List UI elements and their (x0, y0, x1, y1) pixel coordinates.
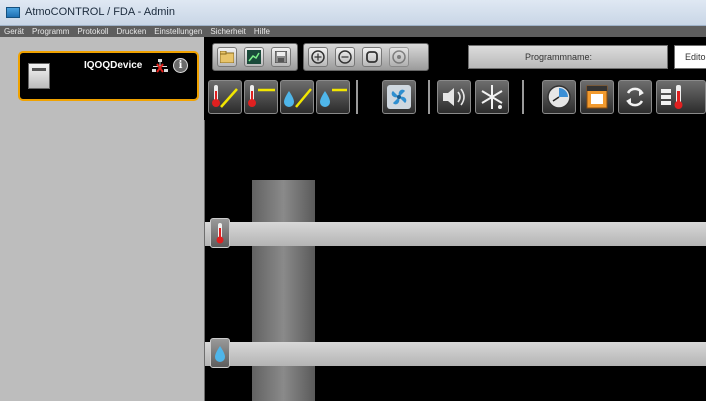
program-name-field: Programmname: (468, 45, 668, 69)
temperature-ramp-button[interactable] (208, 80, 242, 114)
fan-button[interactable] (382, 80, 416, 114)
device-card[interactable]: IQOQDevice i (18, 51, 199, 101)
program-chart-area[interactable] (205, 120, 706, 401)
temperature-hold-icon (248, 85, 275, 107)
toolbar-separator (428, 80, 430, 114)
humidity-track-marker[interactable] (210, 338, 230, 368)
app-icon (6, 7, 20, 18)
editor-label: Edito (685, 52, 706, 62)
edit-chart-icon[interactable] (244, 47, 264, 67)
snowflake-icon (481, 85, 503, 109)
temperature-limit-button[interactable] (656, 80, 706, 114)
zoom-out-icon[interactable] (335, 47, 355, 67)
menu-item-hilfe[interactable]: Hilfe (250, 26, 274, 37)
toolbar-parameters (204, 76, 706, 120)
temperature-hold-button[interactable] (244, 80, 278, 114)
timer-button[interactable] (542, 80, 576, 114)
temperature-track (205, 222, 706, 246)
temperature-ramp-icon (212, 85, 238, 108)
editor-field[interactable]: Edito (674, 45, 706, 69)
fit-view-icon[interactable] (362, 47, 382, 67)
open-folder-icon[interactable] (217, 47, 237, 67)
reset-zoom-icon[interactable] (389, 47, 409, 67)
humidity-track (205, 342, 706, 366)
file-toolbar-group (212, 43, 298, 71)
menu-bar: Gerät Programm Protokoll Drucken Einstel… (0, 26, 706, 37)
loop-icon (626, 87, 644, 107)
view-toolbar-group (303, 43, 429, 71)
loop-button[interactable] (618, 80, 652, 114)
save-icon[interactable] (271, 47, 291, 67)
menu-item-geraet[interactable]: Gerät (0, 26, 28, 37)
toolbar-top: Programmname: Edito (204, 37, 706, 76)
menu-item-drucken[interactable]: Drucken (112, 26, 150, 37)
menu-item-einstellungen[interactable]: Einstellungen (150, 26, 206, 37)
cooling-button[interactable] (475, 80, 509, 114)
toolbar-separator (522, 80, 524, 114)
program-name-label: Programmname: (525, 52, 593, 62)
humidity-hold-icon (320, 88, 347, 107)
zoom-in-icon[interactable] (308, 47, 328, 67)
device-name: IQOQDevice (84, 60, 143, 71)
menu-item-programm[interactable]: Programm (28, 26, 73, 37)
humidity-ramp-button[interactable] (280, 80, 314, 114)
speaker-icon (443, 88, 465, 106)
thermometer-icon (216, 223, 224, 244)
humidity-ramp-icon (284, 88, 312, 108)
device-oven-icon (28, 63, 50, 89)
calendar-button[interactable] (580, 80, 614, 114)
network-disconnected-icon (152, 59, 168, 73)
info-icon[interactable]: i (173, 58, 188, 73)
title-bar: AtmoCONTROL / FDA - Admin (0, 0, 706, 26)
calendar-icon (586, 85, 608, 109)
window-title: AtmoCONTROL / FDA - Admin (25, 6, 175, 18)
temperature-limit-icon (661, 85, 683, 109)
toolbar-separator (356, 80, 358, 114)
program-step-column[interactable] (252, 180, 315, 401)
menu-item-sicherheit[interactable]: Sicherheit (206, 26, 250, 37)
humidity-hold-button[interactable] (316, 80, 350, 114)
water-drop-icon (215, 346, 225, 362)
device-panel: IQOQDevice i (0, 37, 205, 401)
clock-icon (547, 85, 571, 109)
menu-item-protokoll[interactable]: Protokoll (73, 26, 112, 37)
sound-button[interactable] (437, 80, 471, 114)
temperature-track-marker[interactable] (210, 218, 230, 248)
fan-icon (387, 85, 411, 109)
